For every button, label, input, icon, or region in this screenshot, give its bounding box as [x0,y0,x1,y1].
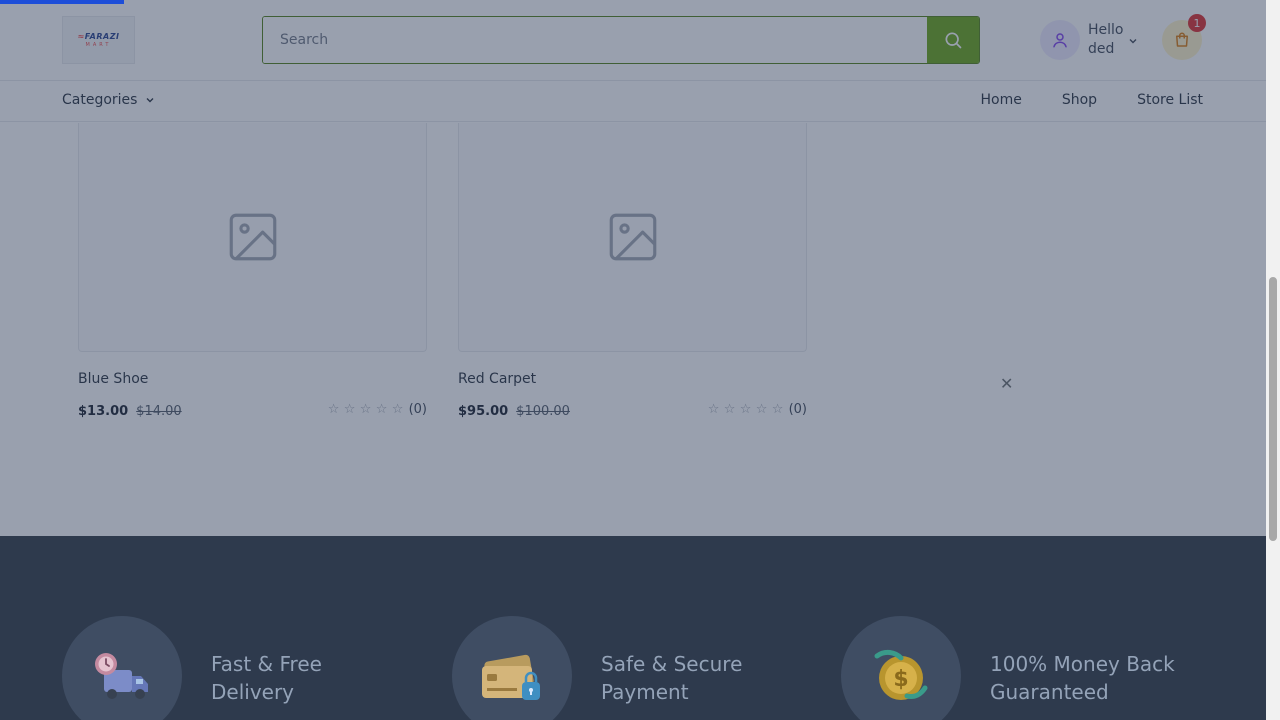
feature-item: Fast & Free Delivery [62,616,411,720]
page-loading-progress-bar [0,0,124,4]
credit-card-icon [482,654,540,700]
svg-text:$: $ [893,667,908,692]
features-section: Fast & Free Delivery Safe & Secure Payme… [0,536,1266,720]
feature-item: Safe & Secure Payment [452,616,801,720]
feature-title-line1: 100% Money Back [990,652,1175,676]
feature-title-line1: Fast & Free [211,652,322,676]
page-scrollbar[interactable] [1266,0,1280,720]
feature-title-line2: Guaranteed [990,680,1109,704]
delivery-truck-icon [95,653,148,699]
scrollbar-thumb[interactable] [1269,277,1277,541]
feature-item: $ 100% Money Back Guaranteed [841,616,1190,720]
feature-title-line1: Safe & Secure [601,652,743,676]
feature-title-line2: Delivery [211,680,295,704]
close-icon[interactable]: ✕ [1000,376,1013,392]
feature-title-line2: Payment [601,680,689,704]
money-coin-icon: $ [874,649,928,700]
